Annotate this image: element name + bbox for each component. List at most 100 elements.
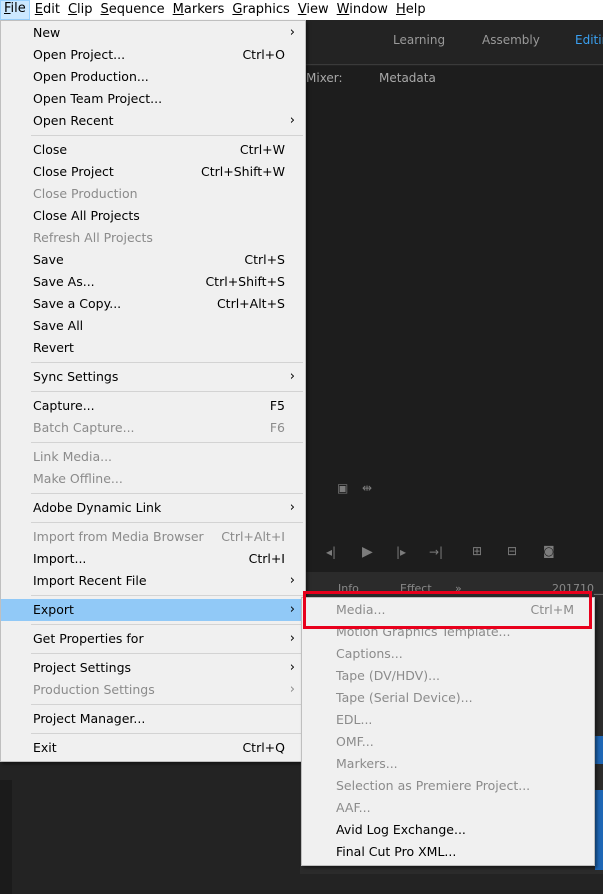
menu-item-label: Final Cut Pro XML... [336, 844, 457, 859]
menu-item-label: Sync Settings [33, 369, 119, 384]
menu-file[interactable]: File [0, 0, 30, 20]
menu-edit-rest: dit [43, 2, 60, 17]
panel-overflow-icon[interactable]: » [455, 582, 462, 595]
menu-item-import-recent[interactable]: Import Recent File › [1, 570, 305, 592]
menu-item-export-fcp-xml[interactable]: Final Cut Pro XML... [302, 841, 594, 863]
menu-separator [31, 733, 303, 734]
menu-item-revert[interactable]: Revert [1, 337, 305, 359]
menu-item-label: Make Offline... [33, 471, 123, 486]
step-forward-icon[interactable]: |▸ [396, 545, 406, 559]
menu-separator [31, 624, 303, 625]
menu-sequence[interactable]: Sequence [98, 1, 168, 19]
menu-item-label: Media... [336, 602, 386, 617]
submenu-arrow-icon: › [289, 369, 295, 384]
menu-item-open-team-project[interactable]: Open Team Project... [1, 88, 305, 110]
workspace-tab-learning[interactable]: Learning [393, 33, 445, 47]
menu-item-label: Import from Media Browser [33, 529, 204, 544]
export-frame-icon[interactable]: ▣ [337, 481, 348, 495]
menu-item-save-copy[interactable]: Save a Copy... Ctrl+Alt+S [1, 293, 305, 315]
menu-item-label: Save All [33, 318, 84, 333]
menu-item-make-offline: Make Offline... [1, 468, 305, 490]
menu-item-export-avid-log[interactable]: Avid Log Exchange... [302, 819, 594, 841]
menu-clip[interactable]: Clip [65, 1, 96, 19]
menu-item-open-recent[interactable]: Open Recent › [1, 110, 305, 132]
workspace-tab-assembly[interactable]: Assembly [482, 33, 540, 47]
menu-item-close[interactable]: Close Ctrl+W [1, 139, 305, 161]
menu-help[interactable]: Help [393, 1, 429, 19]
menu-item-export-edl: EDL... [302, 709, 594, 731]
track-target-a1[interactable] [595, 790, 603, 870]
menu-item-new[interactable]: New › [1, 22, 305, 44]
menu-window-mnemonic: W [336, 2, 350, 17]
menu-item-save[interactable]: Save Ctrl+S [1, 249, 305, 271]
menu-item-open-production[interactable]: Open Production... [1, 66, 305, 88]
menu-item-export[interactable]: Export › [1, 599, 305, 621]
play-icon[interactable]: ▶ [362, 544, 373, 560]
menu-item-label: Project Manager... [33, 711, 146, 726]
menu-item-project-manager[interactable]: Project Manager... [1, 708, 305, 730]
menu-separator [31, 704, 303, 705]
menu-item-shortcut: Ctrl+Alt+S [216, 296, 285, 311]
trim-icon[interactable]: ⇹ [362, 481, 372, 495]
menu-item-shortcut: Ctrl+Shift+S [205, 274, 285, 289]
menu-item-shortcut: Ctrl+Shift+W [201, 164, 285, 179]
camera-icon[interactable]: ◙ [543, 544, 555, 558]
menu-item-capture[interactable]: Capture... F5 [1, 395, 305, 417]
menu-item-label: Import Recent File [33, 573, 147, 588]
menu-item-label: Save a Copy... [33, 296, 122, 311]
menu-item-open-project[interactable]: Open Project... Ctrl+O [1, 44, 305, 66]
workspace-tab-editing[interactable]: Editin [575, 33, 603, 47]
menu-file-rest: ile [10, 1, 26, 16]
menu-markers[interactable]: Markers [170, 1, 228, 19]
menu-separator [31, 522, 303, 523]
menu-item-label: Save As... [33, 274, 95, 289]
menu-item-label: Open Recent [33, 113, 114, 128]
menu-item-import[interactable]: Import... Ctrl+I [1, 548, 305, 570]
menu-item-label: Close Production [33, 186, 138, 201]
menu-edit[interactable]: Edit [32, 1, 63, 19]
menu-item-get-properties[interactable]: Get Properties for › [1, 628, 305, 650]
menu-item-label: AAF... [336, 800, 371, 815]
menu-item-production-settings: Production Settings › [1, 679, 305, 701]
menu-item-shortcut: F5 [269, 398, 285, 413]
menu-item-label: Revert [33, 340, 74, 355]
menu-graphics[interactable]: Graphics [229, 1, 292, 19]
track-target-v1[interactable] [595, 736, 603, 764]
menu-markers-rest: arkers [183, 2, 225, 17]
menu-item-export-media[interactable]: Media... Ctrl+M [302, 599, 594, 621]
menu-item-save-as[interactable]: Save As... Ctrl+Shift+S [1, 271, 305, 293]
submenu-arrow-icon: › [289, 573, 295, 588]
menu-window-rest: indow [349, 2, 388, 17]
panel-tab-metadata[interactable]: Metadata [379, 71, 436, 85]
menu-item-sync-settings[interactable]: Sync Settings › [1, 366, 305, 388]
menu-item-shortcut: Ctrl+I [248, 551, 285, 566]
step-back-icon[interactable]: ◂| [326, 545, 336, 559]
submenu-arrow-icon: › [289, 113, 295, 128]
menu-item-close-all-projects[interactable]: Close All Projects [1, 205, 305, 227]
menu-graphics-rest: raphics [242, 2, 290, 17]
panel-tab-effects[interactable]: Effect [400, 582, 432, 595]
insert-icon[interactable]: ⊞ [472, 544, 482, 558]
menu-item-label: Import... [33, 551, 87, 566]
menu-item-dynamic-link[interactable]: Adobe Dynamic Link › [1, 497, 305, 519]
overwrite-icon[interactable]: ⊟ [507, 544, 517, 558]
left-panel-strip [0, 780, 12, 894]
panel-tab-info[interactable]: Info [338, 582, 359, 595]
submenu-arrow-icon: › [289, 500, 295, 515]
menu-window[interactable]: Window [334, 1, 391, 19]
menu-item-exit[interactable]: Exit Ctrl+Q [1, 737, 305, 759]
menu-graphics-mnemonic: G [232, 2, 243, 17]
menu-item-save-all[interactable]: Save All [1, 315, 305, 337]
submenu-arrow-icon: › [289, 682, 295, 697]
menu-item-label: Exit [33, 740, 57, 755]
workspace-divider [300, 64, 603, 65]
menu-item-close-project[interactable]: Close Project Ctrl+Shift+W [1, 161, 305, 183]
menu-separator [31, 653, 303, 654]
submenu-arrow-icon: › [289, 631, 295, 646]
menu-view[interactable]: View [295, 1, 332, 19]
panel-tab-mixer[interactable]: Mixer: [306, 71, 343, 85]
menu-item-export-captions: Captions... [302, 643, 594, 665]
go-to-out-icon[interactable]: →| [429, 545, 443, 559]
menu-item-label: Batch Capture... [33, 420, 135, 435]
menu-item-project-settings[interactable]: Project Settings › [1, 657, 305, 679]
